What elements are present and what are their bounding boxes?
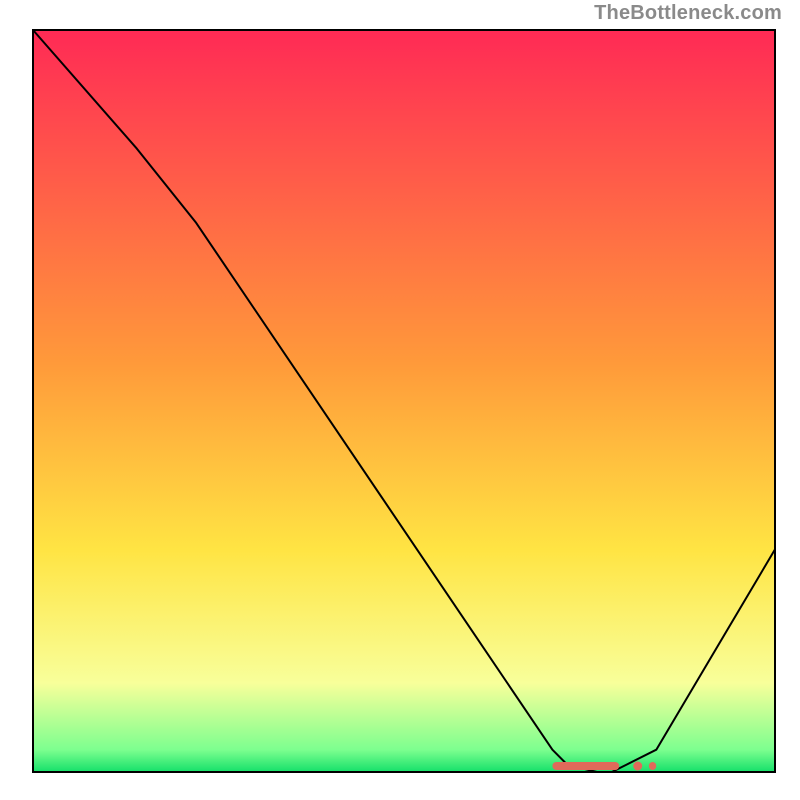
- plot-gradient-background: [33, 30, 775, 772]
- chart-container: TheBottleneck.com: [0, 0, 800, 800]
- bottleneck-chart: [0, 0, 800, 800]
- optimal-zone-markers: [552, 762, 656, 771]
- optimal-zone-segment: [552, 762, 619, 770]
- watermark-text: TheBottleneck.com: [594, 2, 782, 25]
- optimal-zone-dot: [633, 762, 642, 771]
- optimal-zone-segment: [649, 762, 656, 770]
